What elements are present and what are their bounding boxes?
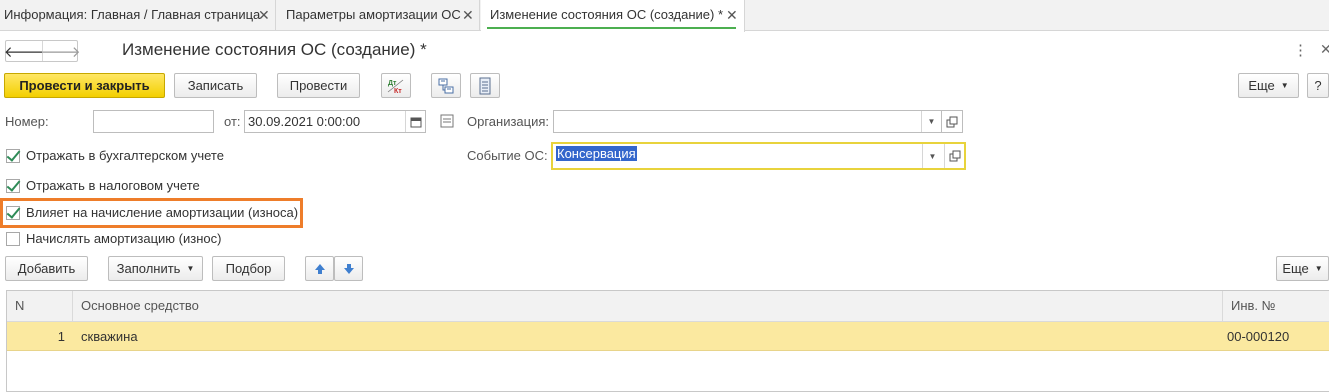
number-label: Номер: — [5, 114, 49, 129]
tab-depreciation-parameters[interactable]: Параметры амортизации ОС ✕ — [277, 0, 480, 31]
tab-label: Информация: Главная / Главная страница — [4, 7, 261, 22]
checkbox-box[interactable] — [6, 231, 20, 246]
event-value: Консервация — [556, 146, 637, 161]
checkbox-label: Отражать в налоговом учете — [26, 178, 200, 193]
more-label: Еще — [1248, 78, 1275, 93]
checkbox-box[interactable] — [6, 148, 20, 163]
help-button[interactable]: ? — [1307, 73, 1329, 98]
report-icon — [479, 77, 491, 94]
close-icon[interactable]: ✕ — [726, 0, 738, 30]
add-button[interactable]: Добавить — [5, 256, 88, 281]
checkbox-label: Начислять амортизацию (износ) — [26, 231, 222, 246]
more-vert-icon[interactable]: ⋮ — [1293, 41, 1308, 59]
table-header: N Основное средство Инв. № — [7, 291, 1329, 322]
column-header-inv[interactable]: Инв. № — [1222, 291, 1329, 322]
open-icon[interactable] — [944, 144, 964, 168]
tab-bar: Информация: Главная / Главная страница ✕… — [0, 0, 1329, 32]
svg-text:Кт: Кт — [394, 88, 402, 95]
post-button[interactable]: Провести — [277, 73, 360, 98]
close-icon[interactable]: ✕ — [462, 0, 474, 30]
event-label: Событие ОС: — [467, 148, 548, 163]
assets-table: N Основное средство Инв. № 1 скважина 00… — [6, 290, 1329, 392]
table-more-button[interactable]: Еще ▼ — [1276, 256, 1329, 281]
checkbox-label: Влияет на начисление амортизации (износа… — [26, 205, 299, 220]
dtkt-button[interactable]: Дт Кт — [381, 73, 411, 98]
checkbox-charge-depreciation[interactable]: Начислять амортизацию (износ) — [6, 231, 221, 246]
tab-information-home[interactable]: Информация: Главная / Главная страница ✕ — [0, 0, 276, 31]
more-button[interactable]: Еще ▼ — [1238, 73, 1299, 98]
number-field[interactable] — [93, 110, 214, 133]
column-header-asset[interactable]: Основное средство — [72, 291, 1222, 322]
cell-n: 1 — [57, 329, 65, 344]
organization-label: Организация: — [467, 114, 550, 129]
checkbox-affects-depreciation[interactable]: Влияет на начисление амортизации (износа… — [6, 205, 298, 220]
checkbox-tax[interactable]: Отражать в налоговом учете — [6, 178, 200, 193]
structure-button[interactable] — [431, 73, 461, 98]
report-button[interactable] — [470, 73, 500, 98]
arrow-up-icon — [314, 263, 325, 274]
navigation-buttons: 🡐 🡒 — [4, 40, 81, 62]
move-up-button[interactable] — [305, 256, 334, 281]
active-tab-indicator — [487, 27, 736, 29]
date-field[interactable]: 30.09.2021 0:00:00 — [244, 110, 426, 133]
back-arrow-icon[interactable]: 🡐 — [4, 41, 44, 61]
structure-icon — [438, 78, 454, 93]
checkbox-accounting[interactable]: Отражать в бухгалтерском учете — [6, 148, 224, 163]
date-value: 30.09.2021 0:00:00 — [248, 114, 361, 129]
tab-label: Параметры амортизации ОС — [286, 7, 461, 22]
date-label: от: — [224, 114, 241, 129]
forward-arrow-icon[interactable]: 🡒 — [40, 41, 81, 61]
checkbox-box[interactable] — [6, 205, 20, 220]
arrow-down-icon — [343, 263, 354, 274]
save-button[interactable]: Записать — [174, 73, 257, 98]
cell-inv: 00-000120 — [1227, 329, 1290, 344]
table-row[interactable]: 1 скважина 00-000120 — [7, 322, 1329, 351]
close-icon[interactable]: ✕ — [1320, 41, 1329, 58]
chevron-down-icon: ▼ — [186, 264, 195, 273]
fill-button[interactable]: Заполнить ▼ — [108, 256, 203, 281]
dtkt-icon: Дт Кт — [387, 79, 404, 95]
chevron-down-icon[interactable]: ▼ — [921, 111, 941, 132]
chevron-down-icon: ▼ — [1314, 264, 1323, 273]
comment-icon[interactable] — [440, 114, 454, 131]
fill-label: Заполнить — [116, 261, 181, 276]
chevron-down-icon: ▼ — [1280, 81, 1289, 90]
organization-field[interactable]: ▼ — [553, 110, 942, 133]
close-icon[interactable]: ✕ — [258, 0, 270, 30]
event-field[interactable]: Консервация ▼ — [551, 142, 966, 170]
post-and-close-button[interactable]: Провести и закрыть — [4, 73, 165, 98]
page-title: Изменение состояния ОС (создание) * — [122, 40, 427, 59]
checkbox-box[interactable] — [6, 178, 20, 193]
chevron-down-icon[interactable]: ▼ — [922, 144, 942, 168]
move-down-button[interactable] — [334, 256, 363, 281]
more-label: Еще — [1282, 261, 1309, 276]
calendar-icon[interactable] — [405, 111, 425, 132]
cell-asset: скважина — [81, 329, 138, 344]
select-button[interactable]: Подбор — [212, 256, 285, 281]
checkbox-label: Отражать в бухгалтерском учете — [26, 148, 224, 163]
tab-change-state[interactable]: Изменение состояния ОС (создание) * ✕ — [481, 0, 745, 32]
tab-label: Изменение состояния ОС (создание) * — [490, 7, 724, 22]
open-icon — [946, 116, 958, 127]
organization-open-button[interactable] — [941, 110, 963, 133]
column-header-n[interactable]: N — [7, 291, 72, 322]
